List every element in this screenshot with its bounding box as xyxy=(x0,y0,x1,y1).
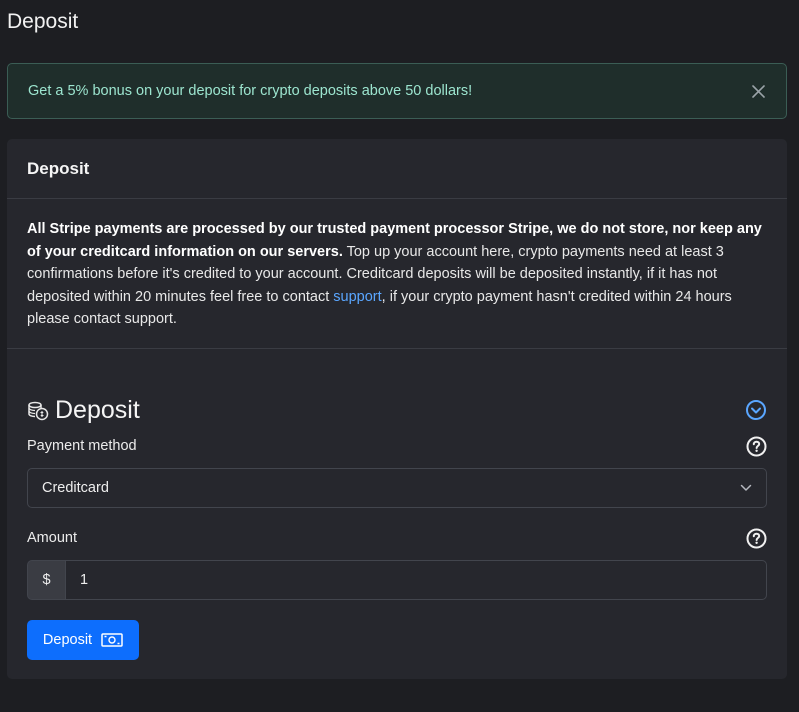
deposit-button-label: Deposit xyxy=(42,632,93,648)
question-circle-icon[interactable] xyxy=(746,528,767,549)
section-head: Deposit xyxy=(27,395,767,425)
alert-text: Get a 5% bonus on your deposit for crypt… xyxy=(28,83,473,99)
support-link[interactable]: support xyxy=(333,289,381,305)
amount-row: Amount xyxy=(27,527,767,549)
form-title: Deposit xyxy=(55,395,140,424)
card-info: All Stripe payments are processed by our… xyxy=(7,199,787,349)
currency-prefix: $ xyxy=(27,560,65,600)
payment-method-value: Creditcard xyxy=(42,480,109,496)
payment-method-row: Payment method xyxy=(27,435,767,457)
deposit-card: Deposit All Stripe payments are processe… xyxy=(7,139,787,679)
amount-input-group: $ xyxy=(27,560,767,600)
page-title: Deposit xyxy=(7,10,79,33)
payment-method-label: Payment method xyxy=(27,438,137,454)
amount-input[interactable] xyxy=(65,560,767,600)
coins-icon xyxy=(28,401,49,421)
question-circle-icon[interactable] xyxy=(746,436,767,457)
chevron-down-circle-icon[interactable] xyxy=(745,399,767,421)
bonus-alert: Get a 5% bonus on your deposit for crypt… xyxy=(7,63,787,119)
payment-method-select[interactable]: Creditcard xyxy=(27,468,767,508)
chevron-down-icon xyxy=(740,484,752,491)
amount-label: Amount xyxy=(27,530,77,546)
cash-icon xyxy=(101,633,123,647)
deposit-button[interactable]: Deposit xyxy=(27,620,139,660)
card-header: Deposit xyxy=(7,139,787,199)
close-icon[interactable] xyxy=(750,83,766,99)
